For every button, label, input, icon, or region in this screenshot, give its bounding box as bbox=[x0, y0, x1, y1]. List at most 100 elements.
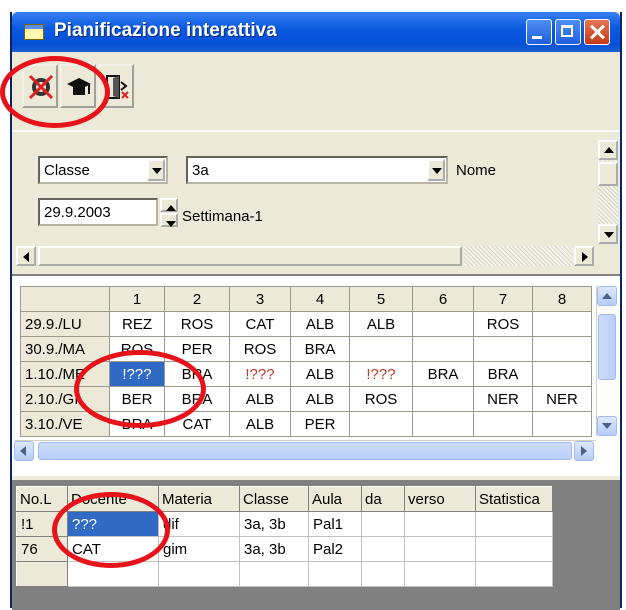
row-header[interactable]: 29.9./LU bbox=[20, 311, 110, 337]
maximize-button[interactable] bbox=[555, 19, 581, 45]
annotation-circle bbox=[52, 492, 170, 568]
timetable-cell[interactable] bbox=[532, 311, 592, 337]
timetable-cell[interactable] bbox=[473, 411, 533, 437]
timetable-cell[interactable] bbox=[532, 336, 592, 362]
column-header[interactable]: 1 bbox=[109, 286, 165, 312]
timetable-cell[interactable]: !??? bbox=[229, 361, 291, 387]
column-header[interactable]: 8 bbox=[532, 286, 592, 312]
table-cell[interactable]: dif bbox=[158, 511, 240, 537]
timetable-cell[interactable]: BRA bbox=[412, 361, 474, 387]
column-header[interactable]: Statistica bbox=[475, 486, 553, 512]
panel-vertical-scrollbar[interactable] bbox=[598, 140, 618, 244]
table-cell[interactable] bbox=[475, 511, 553, 537]
table-cell[interactable] bbox=[308, 561, 362, 587]
table-cell[interactable]: gim bbox=[158, 536, 240, 562]
table-cell[interactable] bbox=[404, 511, 476, 537]
timetable-cell[interactable]: !??? bbox=[349, 361, 413, 387]
table-cell[interactable] bbox=[361, 536, 405, 562]
scroll-down-button[interactable] bbox=[598, 224, 618, 244]
type-select-value: Classe bbox=[44, 162, 90, 179]
timetable-cell[interactable]: ROS bbox=[349, 386, 413, 412]
timetable-cell[interactable]: NER bbox=[532, 386, 592, 412]
timetable-cell[interactable]: BRA bbox=[290, 336, 350, 362]
table-cell[interactable]: 3a, 3b bbox=[239, 536, 309, 562]
timetable-cell[interactable] bbox=[473, 336, 533, 362]
scroll-thumb[interactable] bbox=[598, 162, 618, 186]
column-header[interactable]: 2 bbox=[164, 286, 230, 312]
timetable-cell[interactable]: BRA bbox=[473, 361, 533, 387]
column-header[interactable]: 4 bbox=[290, 286, 350, 312]
timetable-cell[interactable] bbox=[532, 361, 592, 387]
timetable-cell[interactable] bbox=[532, 411, 592, 437]
title-bar[interactable]: Pianificazione interattiva bbox=[12, 12, 620, 52]
type-select[interactable]: Classe bbox=[38, 156, 168, 184]
table-cell[interactable] bbox=[239, 561, 309, 587]
column-header[interactable]: 7 bbox=[473, 286, 533, 312]
table-cell[interactable]: 3a, 3b bbox=[239, 511, 309, 537]
row-header[interactable]: 30.9./MA bbox=[20, 336, 110, 362]
scroll-left-button[interactable] bbox=[14, 441, 34, 461]
timetable-cell[interactable] bbox=[349, 336, 413, 362]
table-cell[interactable] bbox=[404, 561, 476, 587]
class-select[interactable]: 3a bbox=[186, 156, 448, 184]
table-cell[interactable]: Pal2 bbox=[308, 536, 362, 562]
step-up-button[interactable] bbox=[160, 198, 178, 212]
scroll-thumb[interactable] bbox=[38, 442, 572, 460]
timetable-cell[interactable]: ALB bbox=[290, 386, 350, 412]
date-field[interactable]: 29.9.2003 bbox=[38, 198, 158, 226]
timetable-cell[interactable]: REZ bbox=[109, 311, 165, 337]
row-header[interactable] bbox=[16, 561, 68, 587]
scroll-thumb[interactable] bbox=[38, 246, 462, 266]
window-title: Pianificazione interattiva bbox=[54, 20, 277, 41]
table-cell[interactable] bbox=[404, 536, 476, 562]
chevron-down-icon[interactable] bbox=[147, 159, 165, 181]
column-header[interactable]: da bbox=[361, 486, 405, 512]
timetable-horizontal-scrollbar[interactable] bbox=[14, 440, 596, 461]
scroll-track[interactable] bbox=[464, 246, 574, 266]
timetable-cell[interactable] bbox=[412, 311, 474, 337]
column-header[interactable]: Materia bbox=[158, 486, 240, 512]
table-cell[interactable] bbox=[361, 561, 405, 587]
timetable-cell[interactable]: ROS bbox=[473, 311, 533, 337]
date-stepper[interactable] bbox=[160, 198, 178, 228]
timetable-cell[interactable]: ALB bbox=[349, 311, 413, 337]
scroll-left-button[interactable] bbox=[16, 246, 36, 266]
timetable-cell[interactable] bbox=[412, 336, 474, 362]
scroll-right-button[interactable] bbox=[574, 441, 594, 461]
table-cell[interactable] bbox=[475, 536, 553, 562]
scroll-right-button[interactable] bbox=[574, 246, 594, 266]
panel-horizontal-scrollbar[interactable] bbox=[16, 246, 596, 268]
table-cell[interactable] bbox=[361, 511, 405, 537]
timetable-cell[interactable] bbox=[412, 386, 474, 412]
scroll-down-button[interactable] bbox=[597, 416, 617, 436]
column-header[interactable]: Classe bbox=[239, 486, 309, 512]
column-header[interactable]: 3 bbox=[229, 286, 291, 312]
table-cell[interactable] bbox=[475, 561, 553, 587]
timetable-cell[interactable]: ALB bbox=[290, 361, 350, 387]
timetable-cell[interactable]: ROS bbox=[164, 311, 230, 337]
column-header[interactable]: Aula bbox=[308, 486, 362, 512]
timetable-cell[interactable]: PER bbox=[290, 411, 350, 437]
timetable-cell[interactable] bbox=[349, 411, 413, 437]
column-header[interactable]: verso bbox=[404, 486, 476, 512]
timetable-cell[interactable] bbox=[412, 411, 474, 437]
timetable-cell[interactable]: ALB bbox=[229, 386, 291, 412]
close-button[interactable] bbox=[584, 19, 610, 45]
timetable-cell[interactable]: ALB bbox=[290, 311, 350, 337]
scroll-up-button[interactable] bbox=[598, 140, 618, 160]
chevron-down-icon[interactable] bbox=[427, 159, 445, 181]
step-down-button[interactable] bbox=[160, 213, 178, 227]
scroll-thumb[interactable] bbox=[598, 314, 616, 380]
timetable-vertical-scrollbar[interactable] bbox=[596, 286, 617, 436]
column-header[interactable]: 6 bbox=[412, 286, 474, 312]
column-header[interactable]: No.L bbox=[16, 486, 68, 512]
column-header[interactable]: 5 bbox=[349, 286, 413, 312]
scroll-up-button[interactable] bbox=[597, 286, 617, 306]
table-cell[interactable]: Pal1 bbox=[308, 511, 362, 537]
timetable-cell[interactable]: ALB bbox=[229, 411, 291, 437]
timetable-cell[interactable]: NER bbox=[473, 386, 533, 412]
table-cell[interactable] bbox=[158, 561, 240, 587]
minimize-button[interactable] bbox=[526, 19, 552, 45]
timetable-cell[interactable]: ROS bbox=[229, 336, 291, 362]
timetable-cell[interactable]: CAT bbox=[229, 311, 291, 337]
